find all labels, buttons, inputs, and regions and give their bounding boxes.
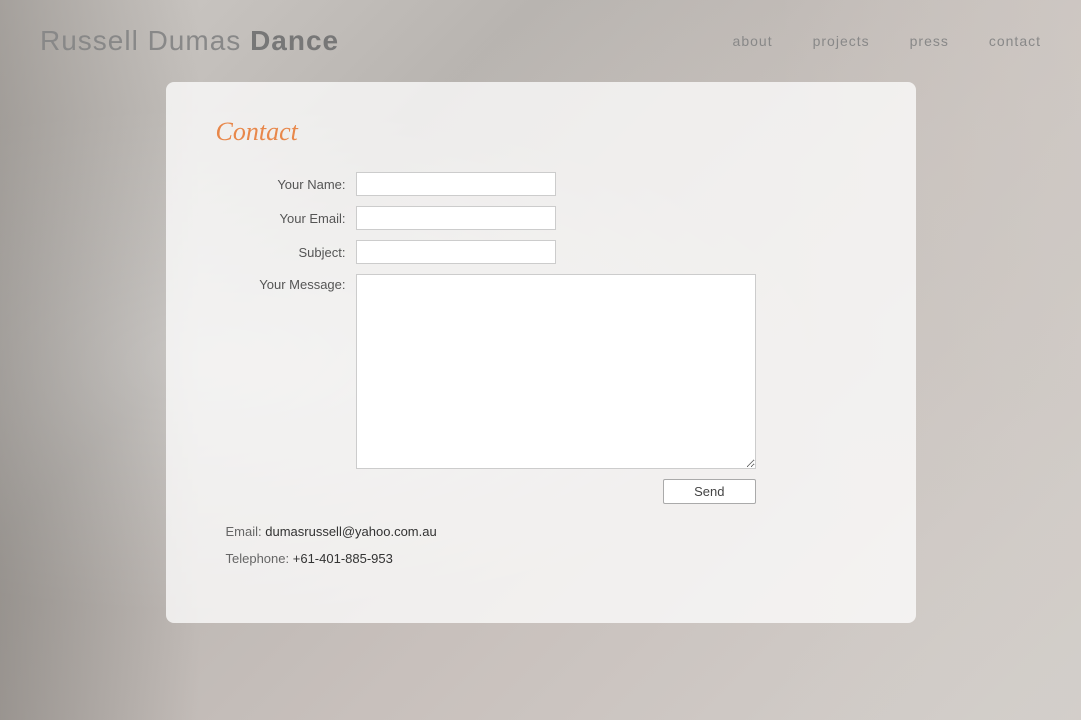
telephone-info-row: Telephone: +61-401-885-953 [226, 551, 866, 566]
site-header: Russell Dumas Dance about projects press… [0, 0, 1081, 72]
send-button[interactable]: Send [663, 479, 755, 504]
telephone-info-value: +61-401-885-953 [293, 551, 393, 566]
subject-input[interactable] [356, 240, 556, 264]
name-input[interactable] [356, 172, 556, 196]
nav-projects[interactable]: projects [813, 33, 870, 49]
subject-row: Subject: [216, 240, 866, 264]
message-label: Your Message: [216, 274, 346, 292]
send-row: Send [356, 479, 756, 504]
name-row: Your Name: [216, 172, 866, 196]
nav-press[interactable]: press [910, 33, 949, 49]
email-info-label: Email: [226, 524, 262, 539]
contact-box: Contact Your Name: Your Email: Subject: … [166, 82, 916, 623]
main-nav: about projects press contact [733, 33, 1041, 49]
email-input[interactable] [356, 206, 556, 230]
message-row: Your Message: [216, 274, 866, 469]
contact-title: Contact [216, 117, 866, 147]
message-textarea[interactable] [356, 274, 756, 469]
nav-about[interactable]: about [733, 33, 773, 49]
nav-contact[interactable]: contact [989, 33, 1041, 49]
subject-label: Subject: [216, 245, 346, 260]
email-info-row: Email: dumasrussell@yahoo.com.au [226, 524, 866, 539]
email-label: Your Email: [216, 211, 346, 226]
site-logo: Russell Dumas Dance [40, 25, 339, 57]
telephone-info-label: Telephone: [226, 551, 290, 566]
contact-form: Your Name: Your Email: Subject: Your Mes… [216, 172, 866, 504]
name-label: Your Name: [216, 177, 346, 192]
site-title-part2: Dance [250, 25, 339, 56]
contact-info: Email: dumasrussell@yahoo.com.au Telepho… [216, 524, 866, 566]
site-title-part1: Russell Dumas [40, 25, 241, 56]
email-row: Your Email: [216, 206, 866, 230]
email-info-value: dumasrussell@yahoo.com.au [265, 524, 436, 539]
main-content: Contact Your Name: Your Email: Subject: … [0, 72, 1081, 623]
